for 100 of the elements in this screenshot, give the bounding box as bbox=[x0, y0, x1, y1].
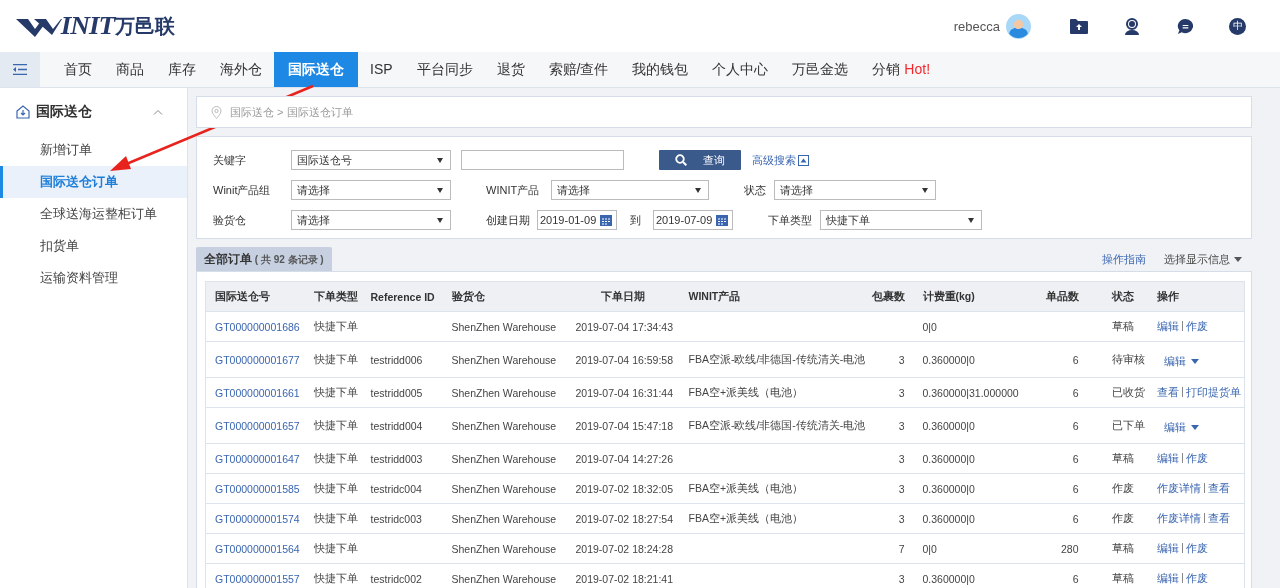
package-count: 3 bbox=[898, 353, 905, 366]
action-link[interactable]: 编辑 bbox=[1156, 319, 1179, 332]
nav-tab[interactable]: 海外仓 bbox=[208, 52, 274, 87]
order-link[interactable]: GT000000001585 bbox=[215, 482, 300, 495]
action-link[interactable]: 作废 bbox=[1185, 451, 1208, 464]
item-count: 6 bbox=[1072, 353, 1079, 366]
nav-tab[interactable]: ISP bbox=[358, 52, 405, 87]
display-options-menu[interactable]: 选择显示信息 bbox=[1164, 251, 1242, 267]
item-count: 6 bbox=[1072, 419, 1079, 432]
field-label: 到 bbox=[630, 212, 641, 228]
reference-id: testridc003 bbox=[370, 512, 422, 525]
select-field[interactable]: 请选择 bbox=[291, 210, 451, 230]
breadcrumb-path: 国际送仓 > 国际送仓订单 bbox=[230, 104, 353, 120]
column-header: 操作 bbox=[1147, 281, 1245, 312]
action-link[interactable]: 编辑 bbox=[1156, 571, 1179, 584]
select-field[interactable]: 请选择 bbox=[291, 180, 451, 200]
sidebar-group[interactable]: 国际送仓 bbox=[0, 90, 187, 134]
action-link[interactable]: 查看 bbox=[1207, 481, 1230, 494]
billing-weight: 0|0 bbox=[922, 542, 937, 555]
nav-tab[interactable]: 国际送仓 bbox=[274, 52, 358, 87]
select-field[interactable]: 请选择 bbox=[774, 180, 936, 200]
nav-tab[interactable]: 万邑金选 bbox=[780, 52, 861, 87]
action-link[interactable]: 作废 bbox=[1185, 541, 1208, 554]
order-link[interactable]: GT000000001574 bbox=[215, 512, 300, 525]
nav-tab[interactable]: 首页 bbox=[52, 52, 104, 87]
order-date: 2019-07-04 16:59:58 bbox=[575, 353, 673, 366]
order-link[interactable]: GT000000001564 bbox=[215, 542, 300, 555]
sidebar-item[interactable]: 运输资料管理 bbox=[0, 262, 187, 294]
action-dropdown[interactable]: 编辑 bbox=[1163, 420, 1199, 435]
package-count: 3 bbox=[898, 386, 905, 399]
record-count: ( 共 92 条记录 ) bbox=[253, 254, 324, 265]
order-status: 已下单 bbox=[1111, 418, 1145, 431]
headset-icon[interactable] bbox=[1123, 17, 1141, 35]
guide-link[interactable]: 操作指南 bbox=[1102, 251, 1146, 267]
upload-folder-icon[interactable] bbox=[1069, 17, 1089, 35]
nav-tab[interactable]: 库存 bbox=[156, 52, 208, 87]
nav-tab[interactable]: 索赔/查件 bbox=[536, 52, 621, 87]
chat-icon[interactable] bbox=[1177, 17, 1194, 35]
sidebar-item[interactable]: 国际送仓订单 bbox=[0, 166, 187, 198]
order-type: 快捷下单 bbox=[313, 385, 358, 398]
order-link[interactable]: GT000000001686 bbox=[215, 320, 300, 333]
column-header: 下单日期 bbox=[566, 281, 680, 312]
action-link[interactable]: 作废 bbox=[1185, 319, 1208, 332]
action-link[interactable]: 作废详情 bbox=[1156, 511, 1201, 524]
action-link[interactable]: 查看 bbox=[1156, 385, 1179, 398]
order-link[interactable]: GT000000001657 bbox=[215, 419, 300, 432]
language-button[interactable]: 中 bbox=[1229, 17, 1246, 35]
chevron-up-icon bbox=[153, 109, 163, 115]
order-status: 草稿 bbox=[1111, 451, 1134, 464]
date-field[interactable]: 2019-07-09 bbox=[653, 210, 733, 230]
field-label: 创建日期 bbox=[486, 212, 531, 228]
menu-toggle-button[interactable] bbox=[0, 52, 40, 87]
order-link[interactable]: GT000000001647 bbox=[215, 452, 300, 465]
nav-tab[interactable]: 个人中心 bbox=[700, 52, 781, 87]
order-status: 草稿 bbox=[1111, 319, 1134, 332]
order-date: 2019-07-04 16:31:44 bbox=[575, 386, 673, 399]
search-button[interactable]: 查询 bbox=[659, 150, 741, 170]
action-link[interactable]: 作废 bbox=[1185, 571, 1208, 584]
sidebar-item[interactable]: 新增订单 bbox=[0, 134, 187, 166]
reference-id: testridd004 bbox=[370, 419, 423, 432]
sidebar-item[interactable]: 全球送海运整柜订单 bbox=[0, 198, 187, 230]
warehouse-name: ShenZhen Warehouse bbox=[451, 353, 557, 366]
search-icon bbox=[675, 154, 687, 166]
action-link[interactable]: 作废详情 bbox=[1156, 481, 1201, 494]
sidebar-item[interactable]: 扣货单 bbox=[0, 230, 187, 262]
billing-weight: 0.360000|0 bbox=[922, 353, 975, 366]
order-type: 快捷下单 bbox=[313, 451, 358, 464]
warehouse-name: ShenZhen Warehouse bbox=[451, 482, 557, 495]
select-field[interactable]: 国际送仓号 bbox=[291, 150, 451, 170]
action-link[interactable]: 打印提货单 bbox=[1185, 385, 1241, 398]
order-type: 快捷下单 bbox=[313, 418, 358, 431]
orders-tab[interactable]: 全部订单 ( 共 92 条记录 ) bbox=[196, 247, 332, 271]
nav-tab[interactable]: 商品 bbox=[104, 52, 156, 87]
user-name[interactable]: rebecca bbox=[953, 18, 1000, 34]
order-date: 2019-07-02 18:21:41 bbox=[575, 572, 673, 585]
select-field[interactable]: 请选择 bbox=[551, 180, 709, 200]
calendar-icon bbox=[715, 213, 729, 227]
column-header: WINIT产品 bbox=[679, 281, 852, 312]
order-link[interactable]: GT000000001557 bbox=[215, 572, 300, 585]
advanced-search-link[interactable]: 高级搜索 bbox=[752, 152, 809, 168]
order-date: 2019-07-02 18:32:05 bbox=[575, 482, 673, 495]
billing-weight: 0.360000|0 bbox=[922, 419, 975, 432]
action-link[interactable]: 编辑 bbox=[1156, 541, 1179, 554]
nav-tab[interactable]: 退货 bbox=[484, 52, 537, 87]
product-name: FBA空派-欧线/非德国-传统清关-电池 bbox=[688, 418, 866, 431]
product-name: FBA空+派美线（电池） bbox=[688, 511, 804, 524]
avatar-icon[interactable] bbox=[1006, 13, 1031, 39]
item-count: 280 bbox=[1060, 542, 1079, 555]
order-link[interactable]: GT000000001677 bbox=[215, 353, 300, 366]
keyword-field[interactable] bbox=[461, 150, 624, 170]
order-link[interactable]: GT000000001661 bbox=[215, 386, 300, 399]
select-field[interactable]: 快捷下单 bbox=[820, 210, 982, 230]
action-dropdown[interactable]: 编辑 bbox=[1163, 354, 1199, 369]
nav-tab[interactable]: 我的钱包 bbox=[620, 52, 701, 87]
action-link[interactable]: 查看 bbox=[1207, 511, 1230, 524]
nav-tab[interactable]: 分销 Hot! bbox=[860, 52, 943, 87]
nav-tab[interactable]: 平台同步 bbox=[404, 52, 485, 87]
action-link[interactable]: 编辑 bbox=[1156, 451, 1179, 464]
date-field[interactable]: 2019-01-09 bbox=[537, 210, 617, 230]
reference-id: testridc004 bbox=[370, 482, 422, 495]
